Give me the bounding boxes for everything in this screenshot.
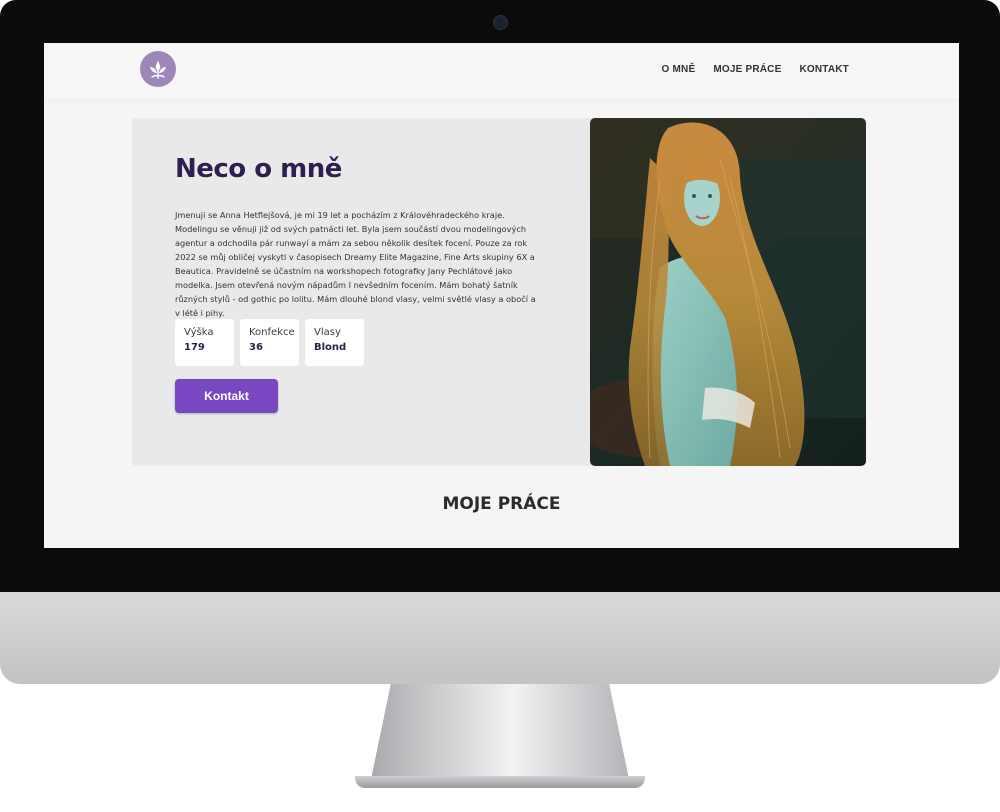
about-text: Jmenuji se Anna Hetflejšová, je mi 19 le… [175, 210, 536, 318]
monitor-chin [0, 592, 1000, 684]
stats-row: Výška 179 Konfekce 36 Vlasy Blond [175, 319, 364, 366]
nav-item-moje-prace[interactable]: MOJE PRÁCE [713, 64, 781, 75]
stat-height: Výška 179 [175, 319, 234, 366]
stat-label: Výška [184, 327, 214, 338]
section-title-moje-prace: MOJE PRÁCE [442, 494, 561, 514]
leaf-logo-icon[interactable] [140, 51, 176, 87]
stat-value: 36 [249, 342, 263, 353]
nav-item-o-mne[interactable]: O MNĚ [662, 64, 696, 75]
contact-button[interactable]: Kontakt [175, 379, 278, 413]
model-photo [590, 118, 866, 466]
main-nav: O MNĚ MOJE PRÁCE KONTAKT [662, 64, 849, 75]
stat-label: Vlasy [314, 327, 341, 338]
stat-hair: Vlasy Blond [305, 319, 364, 366]
nav-item-kontakt[interactable]: KONTAKT [799, 64, 849, 75]
stat-size: Konfekce 36 [240, 319, 299, 366]
stat-label: Konfekce [249, 327, 295, 338]
stat-value: Blond [314, 342, 347, 353]
monitor-stand [370, 684, 630, 784]
screen: O MNĚ MOJE PRÁCE KONTAKT Neco o mně Jmen… [44, 43, 959, 548]
webcam-icon [493, 15, 508, 30]
monitor-stand-base [355, 776, 645, 788]
stat-value: 179 [184, 342, 205, 353]
page-title: Neco o mně [175, 154, 342, 184]
site-header: O MNĚ MOJE PRÁCE KONTAKT [44, 43, 959, 99]
